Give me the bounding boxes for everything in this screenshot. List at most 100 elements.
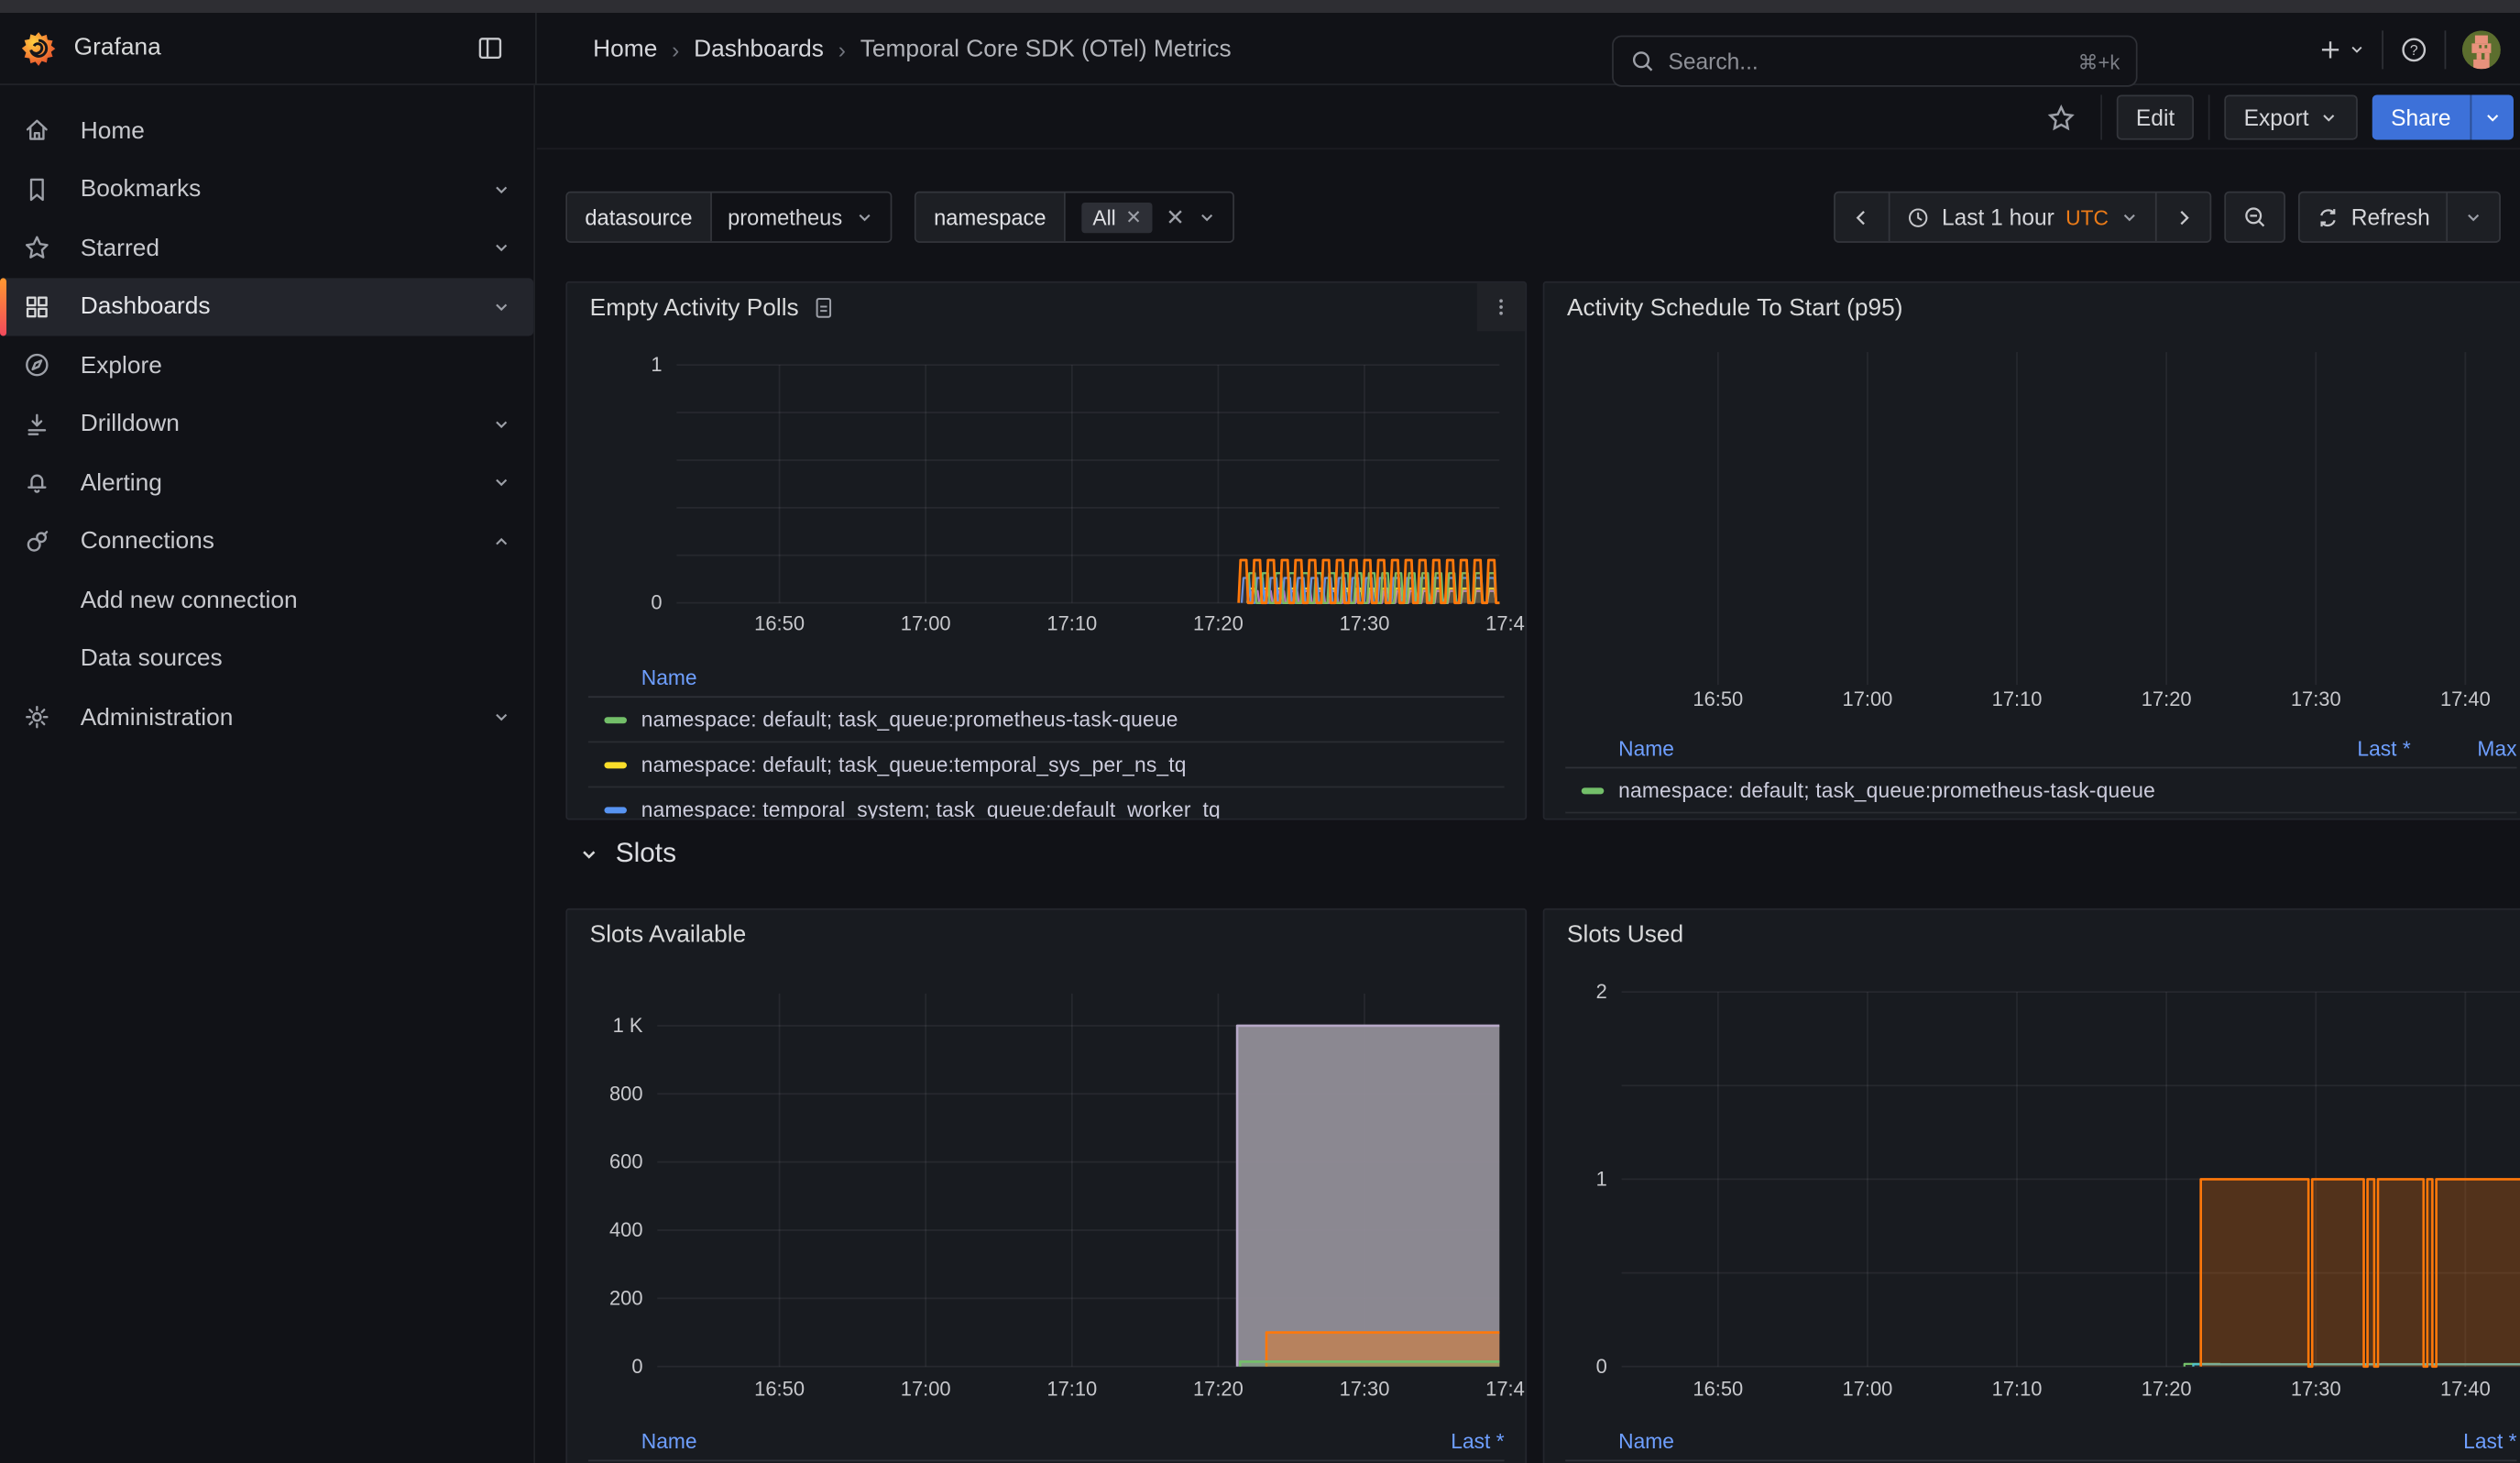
sidebar-item-dashboards[interactable]: Dashboards (0, 278, 533, 336)
panel-menu-button[interactable] (1477, 283, 1526, 332)
sidebar-item-connections[interactable]: Connections (0, 512, 533, 571)
breadcrumb-home[interactable]: Home (593, 36, 657, 63)
sidebar-item-alerting[interactable]: Alerting (0, 454, 533, 512)
kebab-menu-icon (1490, 296, 1513, 319)
home-icon (23, 116, 52, 146)
share-button[interactable]: Share (2372, 94, 2471, 139)
legend-row[interactable]: namespace: default; task_queue:prometheu… (1565, 768, 2516, 813)
svg-text:17:40: 17:40 (1485, 1377, 1527, 1400)
sidebar-item-label: Dashboards (81, 293, 211, 321)
export-button[interactable]: Export (2225, 94, 2358, 139)
chevron-up-icon[interactable] (492, 532, 511, 551)
help-icon[interactable]: ? (2399, 35, 2428, 64)
refresh-interval-dropdown[interactable] (2446, 192, 2499, 241)
sidebar-item-data-sources[interactable]: Data sources (0, 630, 533, 688)
clear-selection-icon[interactable]: ✕ (1166, 204, 1185, 231)
chart-empty-activity-polls[interactable]: 16:5017:0017:1017:2017:3017:4010 (567, 331, 1527, 653)
legend-header-last[interactable]: Last * (2411, 1429, 2517, 1453)
chevron-down-icon[interactable] (492, 414, 511, 434)
sidebar-item-starred[interactable]: Starred (0, 219, 533, 278)
legend-header-name[interactable]: Name (1618, 1429, 2411, 1453)
sidebar-item-bookmarks[interactable]: Bookmarks (0, 160, 533, 219)
time-shift-back-button[interactable] (1835, 192, 1889, 241)
dock-sidebar-toggle-icon[interactable] (476, 34, 505, 63)
chart-slots-available[interactable]: 16:5017:0017:1017:2017:3017:401 K8006004… (567, 958, 1527, 1416)
legend-header-max[interactable]: Max (2411, 736, 2517, 760)
search-shortcut: ⌘+k (2078, 49, 2120, 72)
chevron-down-icon (578, 843, 599, 864)
panel-title[interactable]: Empty Activity Polls (590, 293, 799, 321)
chevron-down-icon[interactable] (492, 238, 511, 258)
namespace-chip-label: All (1092, 205, 1115, 229)
sidebar-item-home[interactable]: Home (0, 101, 533, 160)
grafana-logo-icon[interactable] (21, 30, 57, 67)
plug-icon (23, 527, 52, 556)
series-color-swatch (604, 761, 627, 767)
sidebar-item-label: Data sources (81, 645, 223, 673)
search-box[interactable]: ⌘+k (1612, 36, 2138, 87)
svg-text:0: 0 (631, 1355, 642, 1378)
sidebar-item-drilldown[interactable]: Drilldown (0, 395, 533, 454)
namespace-select[interactable]: All ✕ ✕ (1066, 192, 1233, 241)
search-input[interactable] (1668, 49, 2065, 74)
panel-legend: Name namespace: default; task_queue:prome… (588, 659, 1505, 820)
time-shift-forward-button[interactable] (2155, 192, 2210, 241)
chevron-down-icon[interactable] (492, 180, 511, 199)
breadcrumb-dashboards[interactable]: Dashboards (694, 36, 824, 63)
chart-slots-used[interactable]: 16:5017:0017:1017:2017:3017:40210 (1544, 958, 2520, 1416)
top-nav-bar: Grafana Home › Dashboards › Temporal Cor… (0, 13, 2520, 85)
share-button-label: Share (2391, 104, 2451, 130)
legend-header-last[interactable]: Last * (2305, 736, 2411, 760)
sidebar-item-add-new-connection[interactable]: Add new connection (0, 571, 533, 630)
svg-text:2: 2 (1596, 980, 1607, 1003)
zoom-out-group (2224, 192, 2285, 243)
sidebar-item-explore[interactable]: Explore (0, 336, 533, 395)
row-title: Slots (616, 838, 676, 870)
refresh-button-label: Refresh (2351, 204, 2430, 230)
dashboard-variables: datasource prometheus namespace All ✕ ✕ (565, 192, 1234, 243)
chevron-down-icon[interactable] (492, 708, 511, 727)
datasource-select[interactable]: prometheus (712, 192, 891, 241)
series-name: namespace: default; task_queue:prometheu… (641, 708, 1505, 732)
row-slots-toggle[interactable]: Slots (578, 838, 676, 870)
sidebar-item-label: Administration (81, 704, 234, 732)
favorite-star-button[interactable] (2036, 94, 2086, 139)
share-dropdown-button[interactable] (2471, 94, 2514, 139)
chevron-down-icon (2483, 108, 2503, 127)
user-avatar[interactable] (2462, 29, 2501, 68)
remove-chip-icon[interactable]: ✕ (1125, 205, 1142, 228)
panel-description-icon[interactable] (812, 295, 836, 319)
chevron-down-icon[interactable] (492, 297, 511, 316)
panel-title[interactable]: Slots Available (590, 920, 747, 948)
namespace-label: namespace (916, 192, 1066, 241)
toolbar-divider (2208, 94, 2210, 139)
edit-button[interactable]: Edit (2117, 94, 2194, 139)
svg-text:17:40: 17:40 (2440, 688, 2491, 710)
legend-header-name[interactable]: Name (641, 666, 1505, 689)
legend-row[interactable]: namespace: temporal_system; task_queue:d… (588, 787, 1505, 820)
add-new-button[interactable] (2317, 36, 2366, 61)
chevron-down-icon[interactable] (492, 473, 511, 492)
legend-header-name[interactable]: Name (1618, 736, 2305, 760)
panel-title[interactable]: Slots Used (1567, 920, 1683, 948)
legend-row[interactable]: namespace: default; task_queue:temporal_… (588, 742, 1505, 787)
time-range-picker[interactable]: Last 1 hour UTC (1889, 192, 2155, 241)
svg-text:400: 400 (609, 1218, 643, 1241)
chevron-down-icon (2120, 207, 2139, 226)
share-button-group: Share (2372, 94, 2514, 139)
timezone-label: UTC (2065, 205, 2109, 229)
namespace-chip-all[interactable]: All ✕ (1081, 202, 1153, 232)
panel-title[interactable]: Activity Schedule To Start (p95) (1567, 293, 1903, 321)
sidebar-item-administration[interactable]: Administration (0, 688, 533, 747)
chart-activity-schedule-to-start[interactable]: 16:5017:0017:1017:2017:3017:40 (1544, 331, 2520, 717)
breadcrumb-separator: › (838, 36, 846, 61)
legend-header-last[interactable]: Last * (1398, 1429, 1505, 1453)
legend-row[interactable]: namespace: default; task_queue:prometheu… (588, 698, 1505, 742)
refresh-button[interactable]: Refresh (2300, 192, 2447, 241)
svg-text:16:50: 16:50 (1693, 1377, 1743, 1400)
sidebar-item-label: Connections (81, 528, 214, 556)
time-zoom-out-button[interactable] (2226, 192, 2284, 241)
star-icon (23, 234, 52, 263)
legend-header-name[interactable]: Name (641, 1429, 1398, 1453)
svg-text:800: 800 (609, 1082, 643, 1105)
